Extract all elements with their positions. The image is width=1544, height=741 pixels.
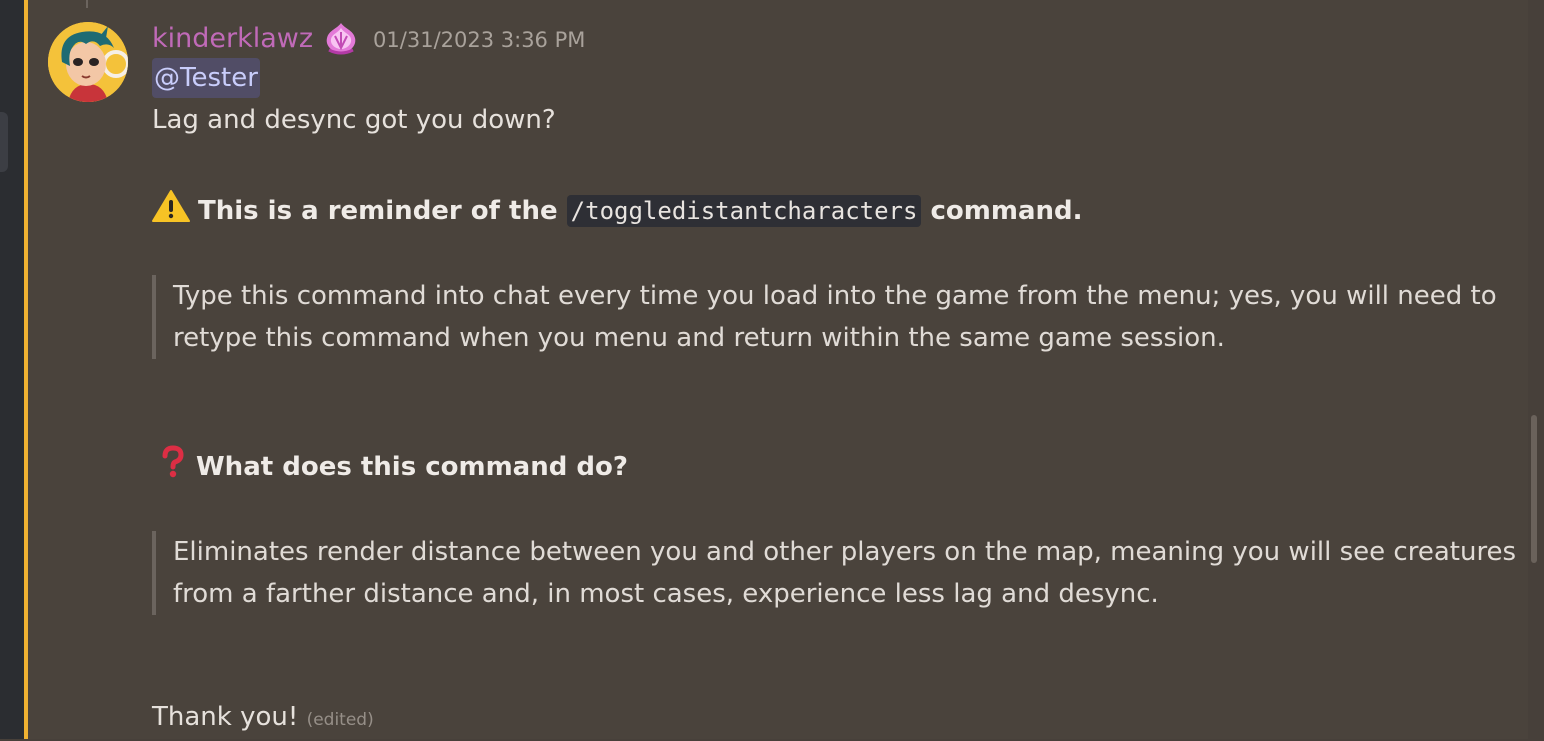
closing-line: Thank you! (edited) <box>152 696 374 741</box>
warning-icon <box>152 189 190 236</box>
block-quote: Eliminates render distance between you a… <box>152 531 1523 615</box>
quote-text: Type this command into chat every time y… <box>173 281 1497 353</box>
rail-selection-indicator <box>0 112 8 172</box>
inline-code-command: /toggledistantcharacters <box>566 195 922 227</box>
reminder-prefix: This is a reminder of the <box>198 196 558 226</box>
username[interactable]: kinderklawz <box>152 23 313 54</box>
question-line: What does this command do? <box>152 445 628 492</box>
edited-label: (edited) <box>306 710 374 730</box>
reminder-suffix: command. <box>930 196 1083 226</box>
block-quote: Type this command into chat every time y… <box>152 275 1523 359</box>
avatar[interactable] <box>48 22 128 102</box>
message-header: kinderklawz 01/31/2023 3:36 PM <box>152 18 585 58</box>
server-rail <box>0 0 24 739</box>
timestamp[interactable]: 01/31/2023 3:36 PM <box>373 24 585 52</box>
question-text: What does this command do? <box>196 452 628 482</box>
question-mark-icon <box>158 445 188 492</box>
reminder-line: This is a reminder of the /toggledistant… <box>152 189 1083 236</box>
quote-text: Eliminates render distance between you a… <box>173 537 1517 609</box>
user-mention[interactable]: @Tester <box>152 58 260 98</box>
role-badge-icon[interactable] <box>323 20 359 56</box>
scrollbar-thumb[interactable] <box>1531 415 1537 563</box>
message-line: Lag and desync got you down? <box>152 105 556 135</box>
reply-spine <box>86 0 88 8</box>
closing-text: Thank you! <box>152 702 299 732</box>
